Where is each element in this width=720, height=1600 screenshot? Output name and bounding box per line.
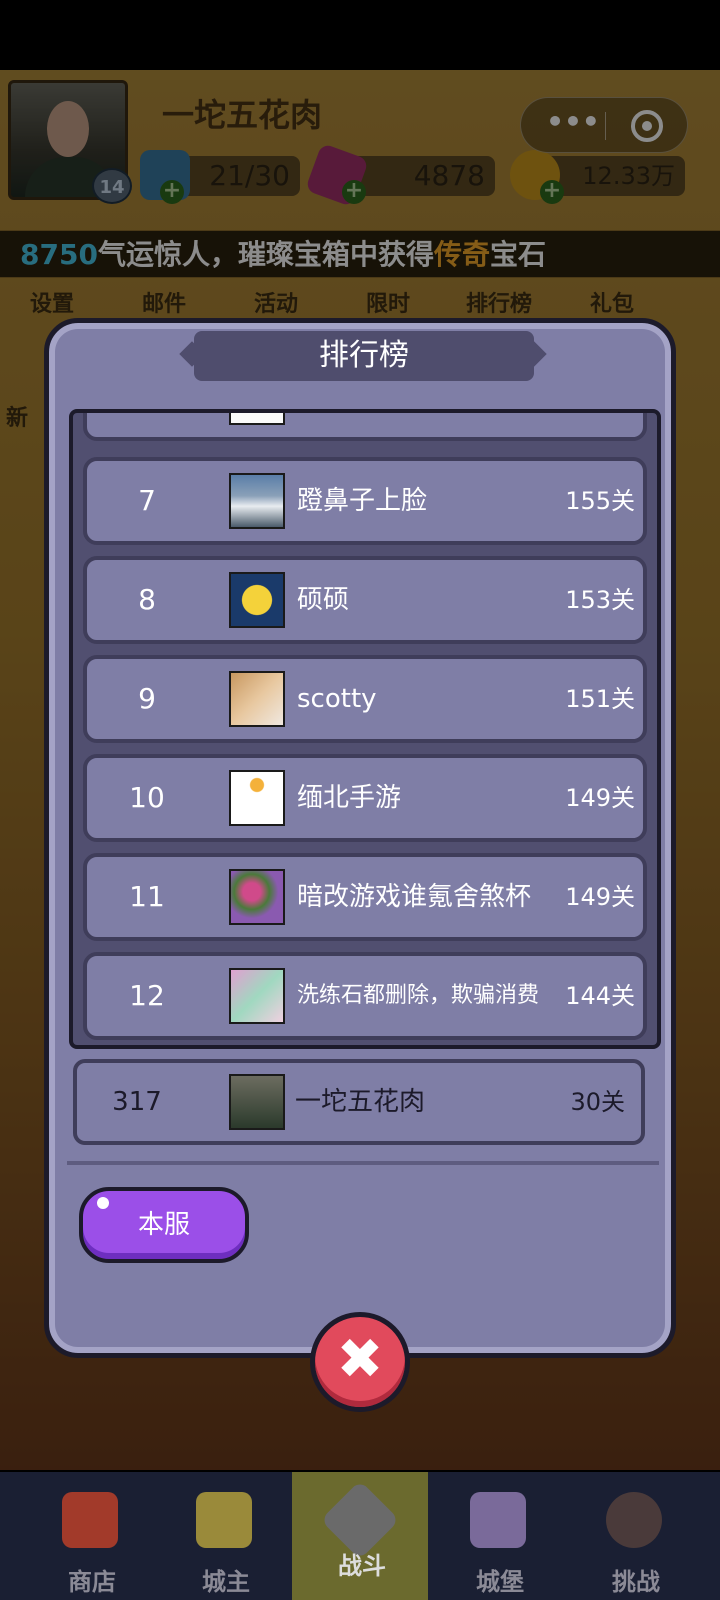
nav-label: 城主 xyxy=(202,1568,250,1596)
castle-icon xyxy=(470,1492,526,1548)
rank-number: 7 xyxy=(138,484,156,517)
stage-score: 144关 xyxy=(565,982,635,1010)
stage-score: 149关 xyxy=(565,883,635,911)
player-thumb xyxy=(229,968,285,1024)
rank-number: 8 xyxy=(138,583,156,616)
modal-divider xyxy=(67,1161,659,1165)
my-name: 一坨五花肉 xyxy=(295,1087,426,1117)
bottom-nav: 商店 城主 战斗 城堡 挑战 xyxy=(0,1472,720,1600)
nav-label: 挑战 xyxy=(612,1568,660,1596)
stage-score: 155关 xyxy=(565,487,635,515)
stage-score: 151关 xyxy=(565,685,635,713)
close-x-icon: ✖ xyxy=(336,1327,384,1392)
list-item[interactable]: 8 硕硕 153关 xyxy=(83,556,647,644)
player-name: 硕硕 xyxy=(297,585,350,615)
player-thumb xyxy=(229,572,285,628)
nav-shop[interactable]: 商店 xyxy=(22,1472,152,1600)
my-stage-score: 30关 xyxy=(570,1088,625,1116)
stage-score: 153关 xyxy=(565,586,635,614)
player-thumb xyxy=(229,869,285,925)
nav-label: 城堡 xyxy=(476,1568,524,1596)
demon-icon xyxy=(606,1492,662,1548)
player-thumb xyxy=(229,413,285,425)
player-name: 蹬鼻子上脸 xyxy=(297,486,428,516)
button-shine xyxy=(97,1197,109,1209)
player-thumb xyxy=(229,770,285,826)
player-thumb xyxy=(229,671,285,727)
list-item[interactable]: 7 蹬鼻子上脸 155关 xyxy=(83,457,647,545)
nav-battle[interactable]: 战斗 xyxy=(292,1472,428,1600)
player-thumb xyxy=(229,473,285,529)
server-tab-button[interactable]: 本服 xyxy=(79,1187,249,1263)
player-name: scotty xyxy=(297,684,377,714)
list-item[interactable]: 12 洗练石都删除，欺骗消费 144关 xyxy=(83,952,647,1040)
nav-lord[interactable]: 城主 xyxy=(156,1472,286,1600)
modal-title: 排行榜 xyxy=(194,331,534,381)
stage-score: 149关 xyxy=(565,784,635,812)
nav-castle[interactable]: 城堡 xyxy=(430,1472,560,1600)
leaderboard-modal: 排行榜 7 蹬鼻子上脸 155关 8 硕硕 153关 9 scotty 151关… xyxy=(44,318,676,1358)
crown-icon xyxy=(196,1492,252,1548)
player-name: 缅北手游 xyxy=(297,783,402,813)
nav-challenge[interactable]: 挑战 xyxy=(566,1472,696,1600)
list-item-partial xyxy=(83,413,647,441)
leaderboard-list[interactable]: 7 蹬鼻子上脸 155关 8 硕硕 153关 9 scotty 151关 10 … xyxy=(69,409,661,1049)
close-modal-button[interactable]: ✖ xyxy=(310,1312,410,1412)
player-name: 暗改游戏谁氪舍煞杯 xyxy=(297,882,532,912)
list-item[interactable]: 10 缅北手游 149关 xyxy=(83,754,647,842)
rank-number: 10 xyxy=(129,781,165,814)
my-rank-number: 317 xyxy=(112,1087,162,1117)
nav-label: 商店 xyxy=(68,1568,116,1596)
server-tab-label: 本服 xyxy=(137,1210,190,1240)
nav-label: 战斗 xyxy=(338,1552,386,1580)
list-item[interactable]: 11 暗改游戏谁氪舍煞杯 149关 xyxy=(83,853,647,941)
rank-number: 9 xyxy=(138,682,156,715)
player-name: 洗练石都删除，欺骗消费 xyxy=(297,983,540,1008)
rank-number: 11 xyxy=(129,880,165,913)
my-rank-row: 317 一坨五花肉 30关 xyxy=(73,1059,645,1145)
my-avatar-thumb xyxy=(229,1074,285,1130)
list-item[interactable]: 9 scotty 151关 xyxy=(83,655,647,743)
shop-icon xyxy=(62,1492,118,1548)
rank-number: 12 xyxy=(129,979,165,1012)
